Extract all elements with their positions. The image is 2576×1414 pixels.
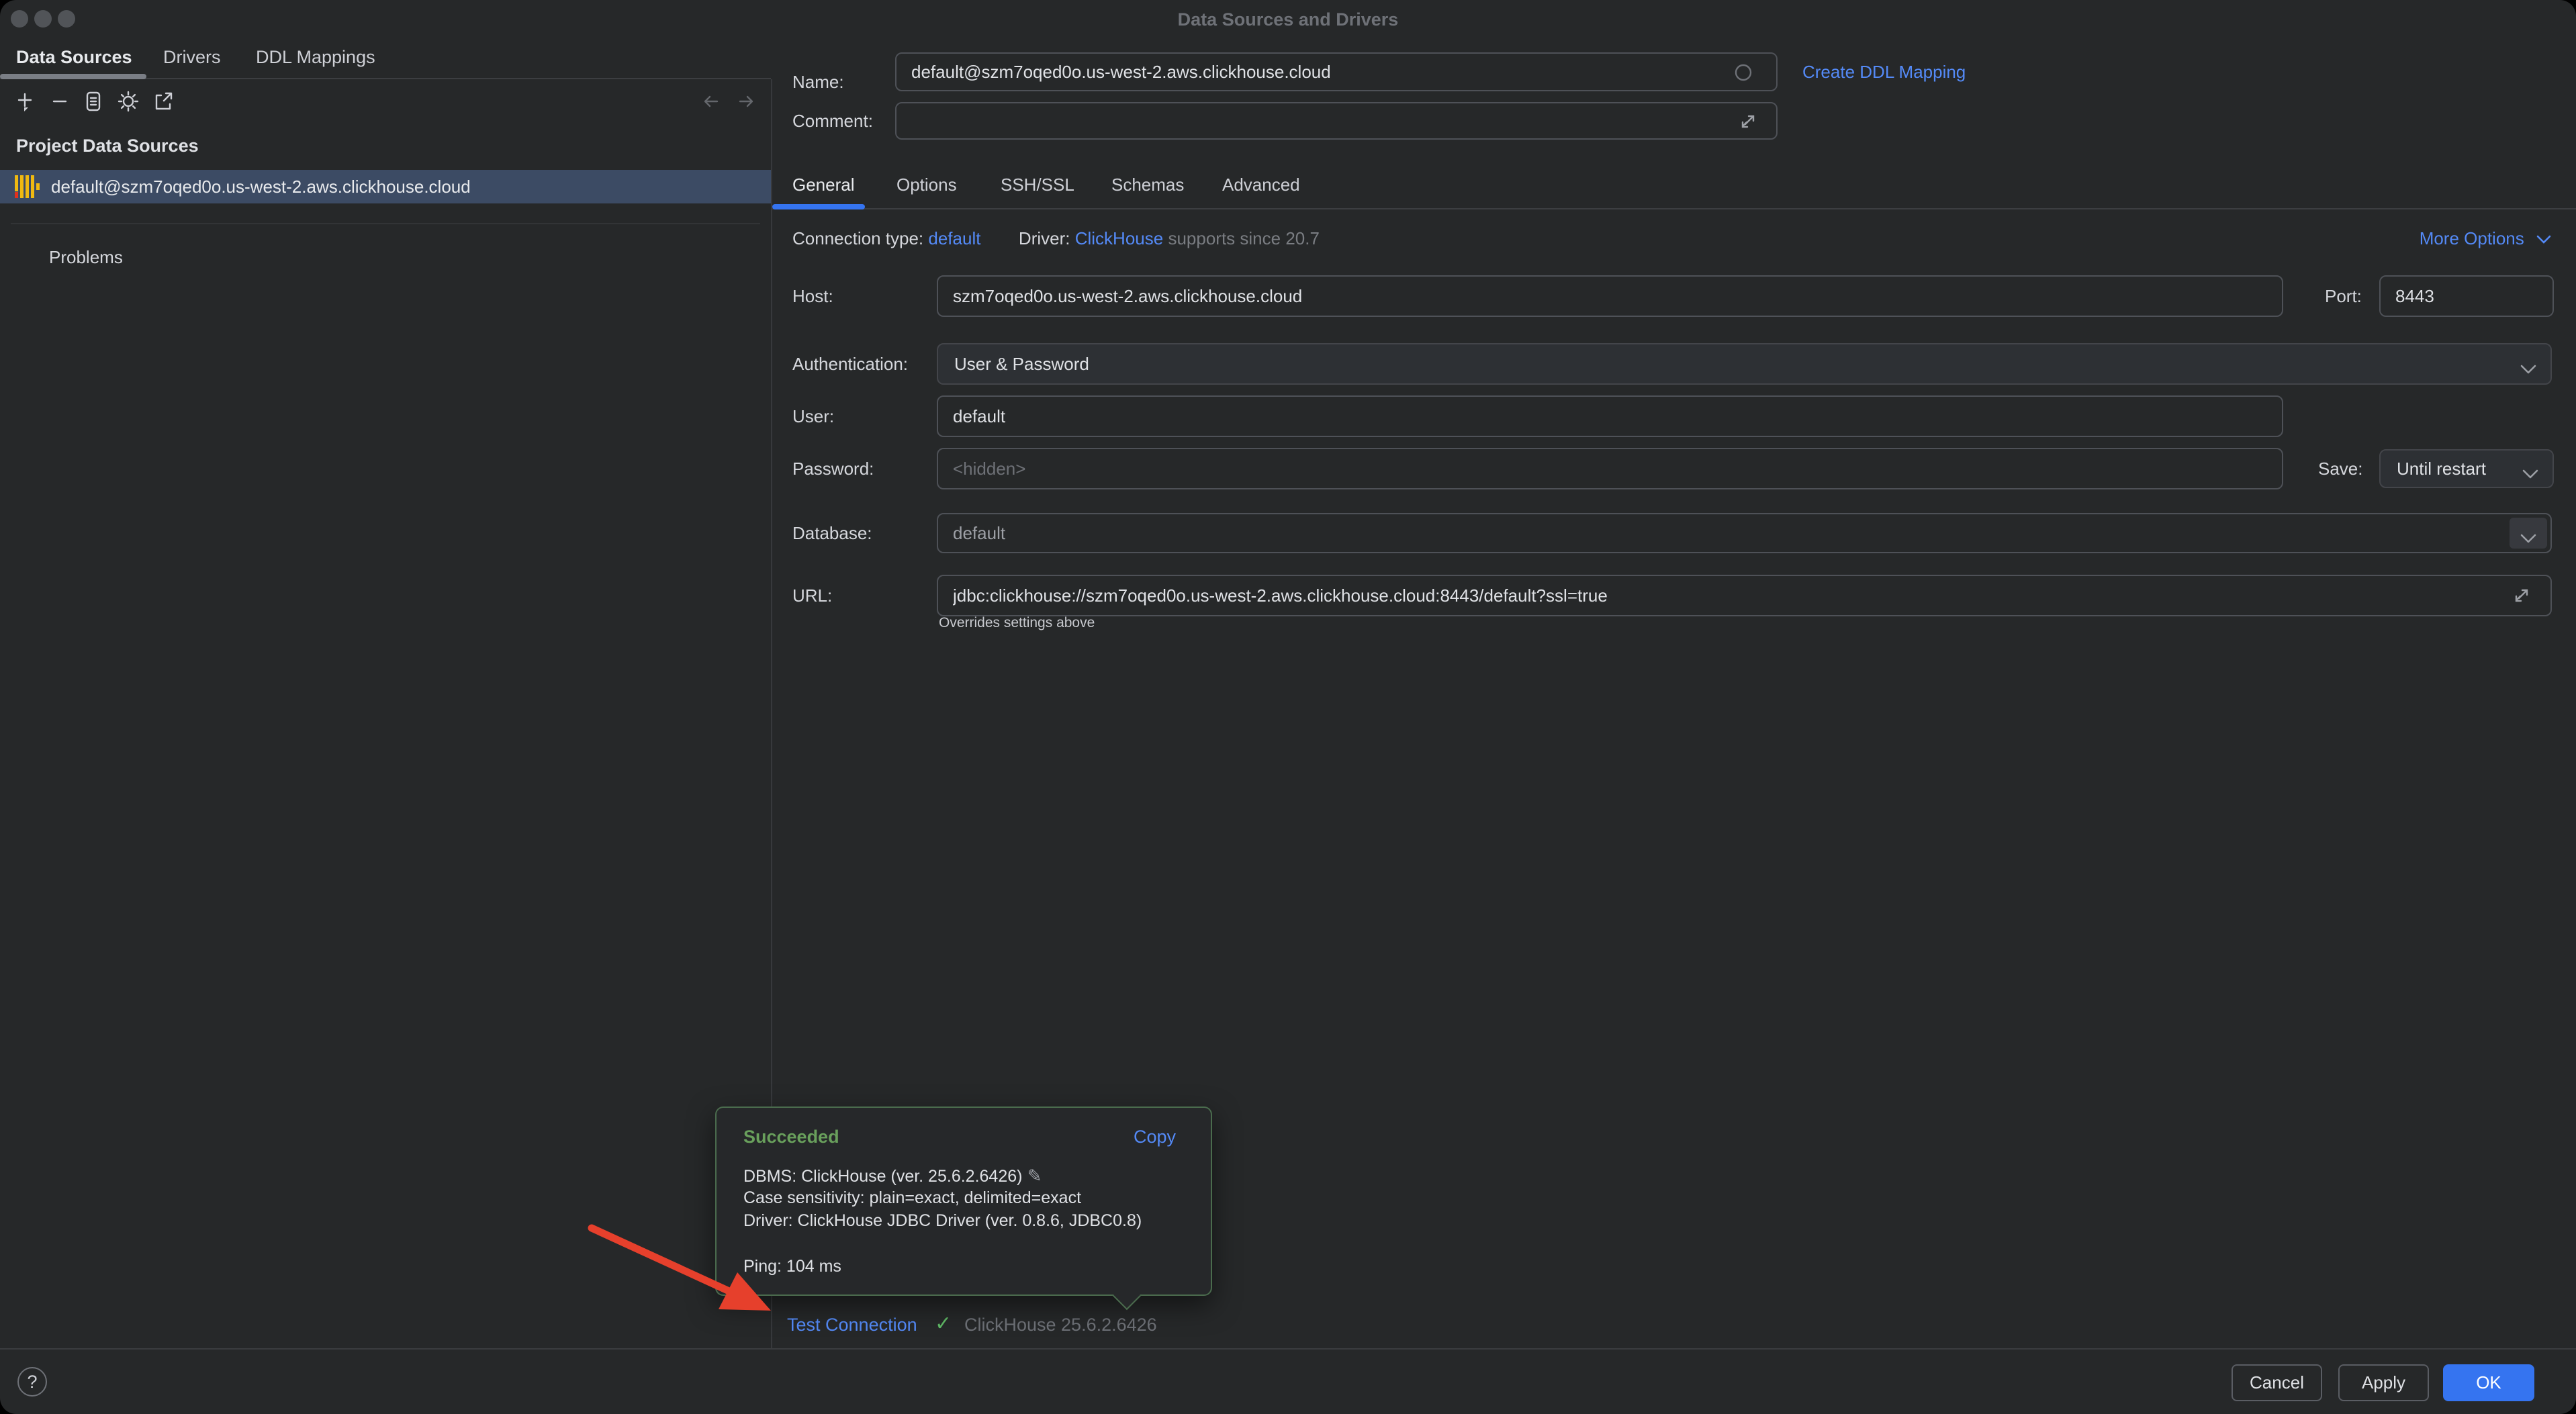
- cancel-button[interactable]: Cancel: [2232, 1364, 2322, 1401]
- more-options-link[interactable]: More Options: [2420, 228, 2552, 249]
- copy-link[interactable]: Copy: [1134, 1127, 1176, 1147]
- clickhouse-icon: [15, 175, 40, 198]
- dialog-title: Data Sources and Drivers: [0, 9, 2576, 30]
- back-arrow-icon[interactable]: [698, 89, 724, 114]
- test-connection-result-popup: Succeeded Copy DBMS: ClickHouse (ver. 25…: [715, 1106, 1212, 1296]
- tab-data-sources[interactable]: Data Sources: [16, 47, 132, 68]
- status-succeeded: Succeeded: [743, 1127, 839, 1147]
- connection-type-value[interactable]: default: [928, 228, 980, 248]
- ping-line: Ping: 104 ms: [743, 1257, 841, 1276]
- host-input[interactable]: [937, 275, 2283, 317]
- more-options-label: More Options: [2420, 228, 2524, 248]
- connection-type-row: Connection type: default Driver: ClickHo…: [792, 228, 1320, 249]
- pencil-icon[interactable]: ✎: [1022, 1166, 1042, 1186]
- password-label: Password:: [792, 448, 874, 489]
- url-hint: Overrides settings above: [939, 615, 1095, 631]
- driver-hint: supports since 20.7: [1168, 228, 1319, 248]
- chevron-down-icon: [2536, 234, 2552, 244]
- data-source-toolbar: [0, 82, 771, 121]
- annotation-arrow: [0, 0, 2576, 1414]
- save-value: Until restart: [2397, 459, 2486, 479]
- help-icon[interactable]: ?: [17, 1367, 47, 1397]
- case-sensitivity-line: Case sensitivity: plain=exact, delimited…: [743, 1188, 1081, 1208]
- dbms-line: DBMS: ClickHouse (ver. 25.6.2.6426) ✎: [743, 1166, 1042, 1186]
- active-form-tab-underline: [772, 204, 865, 209]
- database-label: Database:: [792, 513, 872, 553]
- connection-type-label: Connection type:: [792, 228, 923, 248]
- save-label: Save:: [2318, 449, 2363, 488]
- gear-icon[interactable]: [116, 89, 141, 114]
- add-icon[interactable]: [12, 89, 38, 114]
- user-input[interactable]: [937, 395, 2283, 437]
- data-source-name: default@szm7oqed0o.us-west-2.aws.clickho…: [51, 177, 471, 197]
- tab-ddl-mappings[interactable]: DDL Mappings: [256, 47, 375, 68]
- remove-icon[interactable]: [47, 89, 73, 114]
- create-ddl-mapping-link[interactable]: Create DDL Mapping: [1802, 52, 1966, 91]
- authentication-select[interactable]: User & Password: [937, 343, 2552, 385]
- tab-options[interactable]: Options: [896, 175, 957, 195]
- problems-section[interactable]: Problems: [49, 247, 123, 268]
- driver-line: Driver: ClickHouse JDBC Driver (ver. 0.8…: [743, 1211, 1142, 1231]
- authentication-value: User & Password: [954, 354, 1089, 375]
- url-input[interactable]: [937, 575, 2552, 616]
- comment-input[interactable]: [895, 102, 1778, 140]
- data-source-list-item[interactable]: default@szm7oqed0o.us-west-2.aws.clickho…: [0, 170, 771, 203]
- name-input[interactable]: [895, 52, 1778, 91]
- check-icon: ✓: [935, 1312, 952, 1335]
- forward-arrow-icon[interactable]: [733, 89, 759, 114]
- authentication-label: Authentication:: [792, 343, 908, 385]
- password-input[interactable]: [937, 448, 2283, 489]
- tab-ssh-ssl[interactable]: SSH/SSL: [1001, 175, 1074, 195]
- name-sync-icon[interactable]: [1733, 62, 1754, 83]
- database-combobox[interactable]: default: [937, 513, 2552, 553]
- test-result-text: ClickHouse 25.6.2.6426: [964, 1315, 1157, 1335]
- comment-label: Comment:: [792, 102, 873, 140]
- chevron-down-icon: [2522, 463, 2539, 474]
- footer-separator: [0, 1348, 2576, 1350]
- driver-value[interactable]: ClickHouse: [1075, 228, 1164, 248]
- project-data-sources-header: Project Data Sources: [16, 136, 199, 156]
- active-tab-underline: [0, 74, 146, 79]
- port-label: Port:: [2325, 275, 2362, 317]
- database-dropdown-button[interactable]: [2510, 518, 2547, 549]
- host-label: Host:: [792, 275, 833, 317]
- left-panel-separator: [11, 223, 760, 224]
- open-in-editor-icon[interactable]: [150, 89, 176, 114]
- connection-settings-tabs: General Options SSH/SSL Schemas Advanced: [772, 168, 2576, 209]
- url-label: URL:: [792, 575, 832, 616]
- url-expand-icon[interactable]: [2512, 585, 2532, 606]
- user-label: User:: [792, 395, 834, 437]
- database-value: default: [953, 523, 1005, 544]
- left-tabstrip: Data Sources Drivers DDL Mappings: [0, 38, 771, 79]
- tab-general[interactable]: General: [792, 175, 855, 195]
- ok-button[interactable]: OK: [2443, 1364, 2534, 1401]
- port-input[interactable]: [2379, 275, 2554, 317]
- tab-schemas[interactable]: Schemas: [1111, 175, 1184, 195]
- data-sources-dialog: Data Sources and Drivers Data Sources Dr…: [0, 0, 2576, 1414]
- chevron-down-icon: [2520, 528, 2537, 538]
- popup-notch: [1113, 1282, 1141, 1310]
- name-label: Name:: [792, 62, 844, 101]
- chevron-down-icon: [2520, 359, 2537, 369]
- duplicate-icon[interactable]: [81, 89, 106, 114]
- driver-label: Driver:: [1019, 228, 1070, 248]
- tab-drivers[interactable]: Drivers: [163, 47, 221, 68]
- test-connection-link[interactable]: Test Connection: [787, 1315, 917, 1335]
- tab-advanced[interactable]: Advanced: [1222, 175, 1300, 195]
- comment-expand-icon[interactable]: [1738, 111, 1758, 132]
- apply-button[interactable]: Apply: [2338, 1364, 2429, 1401]
- titlebar: Data Sources and Drivers: [0, 0, 2576, 38]
- save-select[interactable]: Until restart: [2379, 449, 2554, 488]
